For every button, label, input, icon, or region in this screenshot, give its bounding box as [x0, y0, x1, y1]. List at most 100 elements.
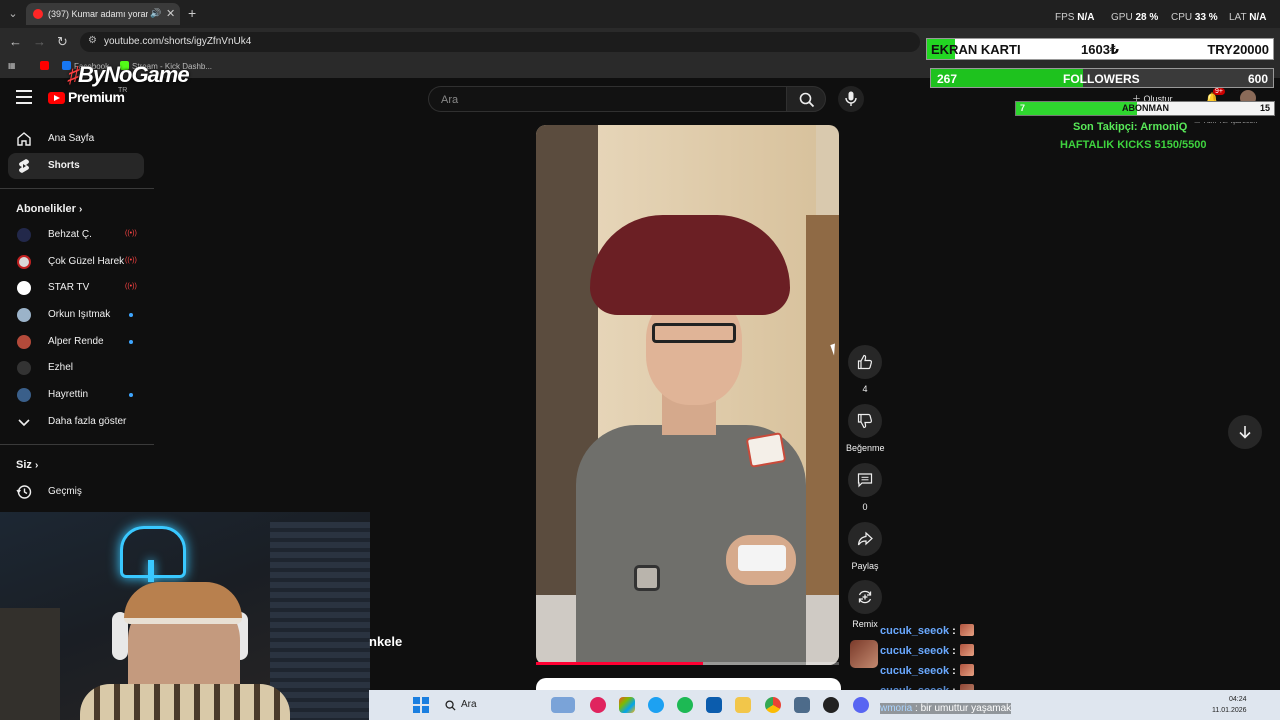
subscriptions-heading[interactable]: Abonelikler › [16, 203, 82, 215]
voice-search-button[interactable] [838, 86, 864, 112]
video-red-hat [590, 215, 790, 315]
taskbar-search[interactable]: Ara [439, 695, 543, 715]
dislike-label: Beğenme [846, 443, 885, 453]
thumbs-down-icon [857, 413, 873, 429]
forward-arrow-icon[interactable]: → [33, 34, 46, 49]
sidebar-item-shorts[interactable]: Shorts [8, 153, 144, 179]
thumbs-up-icon [857, 354, 873, 370]
ekran-karti-current: 1603₺ [1081, 42, 1119, 57]
windows-start-icon[interactable] [413, 697, 429, 713]
spotify-icon[interactable] [677, 697, 693, 713]
new-content-dot [129, 393, 133, 397]
video-glasses [652, 323, 736, 343]
subscription-item[interactable]: STAR TV ((•)) [8, 277, 144, 299]
subscription-item[interactable]: Alper Rende [8, 331, 144, 353]
like-button[interactable] [848, 345, 882, 379]
cpu-stat: CPU 33 % [1171, 12, 1218, 23]
menu-hamburger-icon[interactable] [16, 90, 32, 104]
channel-avatar [17, 281, 31, 295]
chevron-down-icon [18, 419, 30, 427]
back-arrow-icon[interactable]: ← [9, 34, 22, 49]
new-content-dot [129, 313, 133, 317]
widgets-icon[interactable] [551, 697, 575, 713]
tab-search-button[interactable]: ⌄ [4, 5, 22, 23]
abonman-goal-bar: 7 ABONMAN 15 [1015, 101, 1275, 116]
youtube-favicon-icon [33, 9, 43, 19]
site-info-icon[interactable]: ⚙ [88, 35, 97, 46]
apps-grid-icon[interactable]: ▦ [8, 61, 16, 70]
share-arrow-icon [857, 531, 873, 546]
discord-icon[interactable] [853, 697, 869, 713]
comment-icon [857, 473, 873, 488]
sidebar-divider [0, 444, 154, 445]
show-more-button[interactable]: Daha fazla göster [8, 411, 144, 433]
remix-button[interactable] [848, 580, 882, 614]
video-progress-fill [536, 662, 703, 665]
shorts-video-player[interactable] [536, 125, 839, 665]
bookmark-youtube[interactable] [40, 61, 52, 71]
close-tab-icon[interactable]: ✕ [166, 7, 175, 20]
comment-button[interactable] [848, 463, 882, 497]
subscription-item[interactable]: Çok Güzel Hareket... ((•)) [8, 251, 144, 273]
subscription-item[interactable]: Behzat Ç. ((•)) [8, 224, 144, 246]
share-button[interactable] [848, 522, 882, 556]
cam-caption: nkele [369, 634, 403, 649]
comment-action[interactable]: 0 [846, 463, 884, 512]
tab-strip: ⌄ (397) Kumar adamı yorar # 🔊 ✕ + FPS N/… [0, 0, 1280, 28]
abonman-progress-fill [1016, 102, 1138, 115]
chrome-icon[interactable] [765, 697, 781, 713]
chat-emote-icon [959, 664, 974, 676]
chat-message: cucuk_seeok : [880, 644, 974, 657]
sidebar-item-home[interactable]: Ana Sayfa [8, 126, 144, 152]
video-progress-bar[interactable] [536, 662, 839, 665]
neon-sign-stem [148, 560, 154, 582]
speaker-icon[interactable]: 🔊 [150, 8, 161, 19]
subscription-item[interactable]: Ezhel [8, 357, 144, 379]
subscription-item[interactable]: Orkun Işıtmak [8, 304, 144, 326]
reload-icon[interactable]: ↻ [57, 34, 68, 50]
chat-emote-icon [959, 624, 974, 636]
channel-avatar [17, 255, 31, 269]
settings-gear-icon[interactable] [794, 697, 810, 713]
like-action[interactable]: 4 [846, 345, 884, 394]
you-heading[interactable]: Siz › [16, 459, 38, 471]
url-field[interactable]: ⚙ youtube.com/shorts/igyZfnVnUk4 [80, 32, 920, 52]
file-explorer-icon[interactable] [735, 697, 751, 713]
next-short-preview[interactable] [536, 678, 841, 690]
search-input[interactable]: Ara [428, 86, 786, 112]
copilot-icon[interactable] [619, 697, 635, 713]
weekly-kicks-text: HAFTALIK KICKS 5150/5500 [1060, 139, 1207, 151]
remix-action[interactable]: Remix [846, 580, 884, 629]
new-tab-button[interactable]: + [188, 5, 196, 21]
obs-icon[interactable] [823, 697, 839, 713]
edge-icon[interactable] [648, 697, 664, 713]
share-action[interactable]: Paylaş [846, 522, 884, 571]
ekran-karti-goal: TRY20000 [1207, 42, 1269, 57]
abonman-goal: 15 [1259, 103, 1270, 113]
chat-message: cucuk_seeok : [880, 664, 974, 677]
sidebar-item-history[interactable]: Geçmiş [8, 479, 144, 505]
shorts-icon [19, 159, 29, 173]
dislike-action[interactable]: Beğenme [846, 404, 885, 453]
video-door [806, 215, 839, 635]
search-icon [799, 92, 815, 108]
dislike-button[interactable] [848, 404, 882, 438]
new-content-dot [129, 340, 133, 344]
search-button[interactable] [786, 86, 826, 112]
subscription-item[interactable]: Hayrettin [8, 384, 144, 406]
system-clock[interactable]: 04:24 11.01.2026 [1212, 694, 1247, 716]
url-text: youtube.com/shorts/igyZfnVnUk4 [104, 36, 252, 47]
youtube-play-icon [48, 92, 65, 104]
channel-avatar [17, 335, 31, 349]
media-player-icon[interactable] [590, 697, 606, 713]
windows-taskbar: Ara 04:24 11.01.2026 [369, 690, 1280, 720]
history-icon [16, 485, 32, 499]
abonman-current: 7 [1020, 103, 1026, 113]
chat-message: cucuk_seeok : [880, 624, 974, 637]
streamer-webcam [0, 512, 370, 720]
video-wristwatch [634, 565, 660, 591]
last-follower-text: Son Takipçi: ArmoniQ [1073, 121, 1188, 133]
store-icon[interactable] [706, 697, 722, 713]
next-video-button[interactable] [1228, 415, 1262, 449]
browser-tab-active[interactable]: (397) Kumar adamı yorar # 🔊 ✕ [26, 3, 180, 25]
